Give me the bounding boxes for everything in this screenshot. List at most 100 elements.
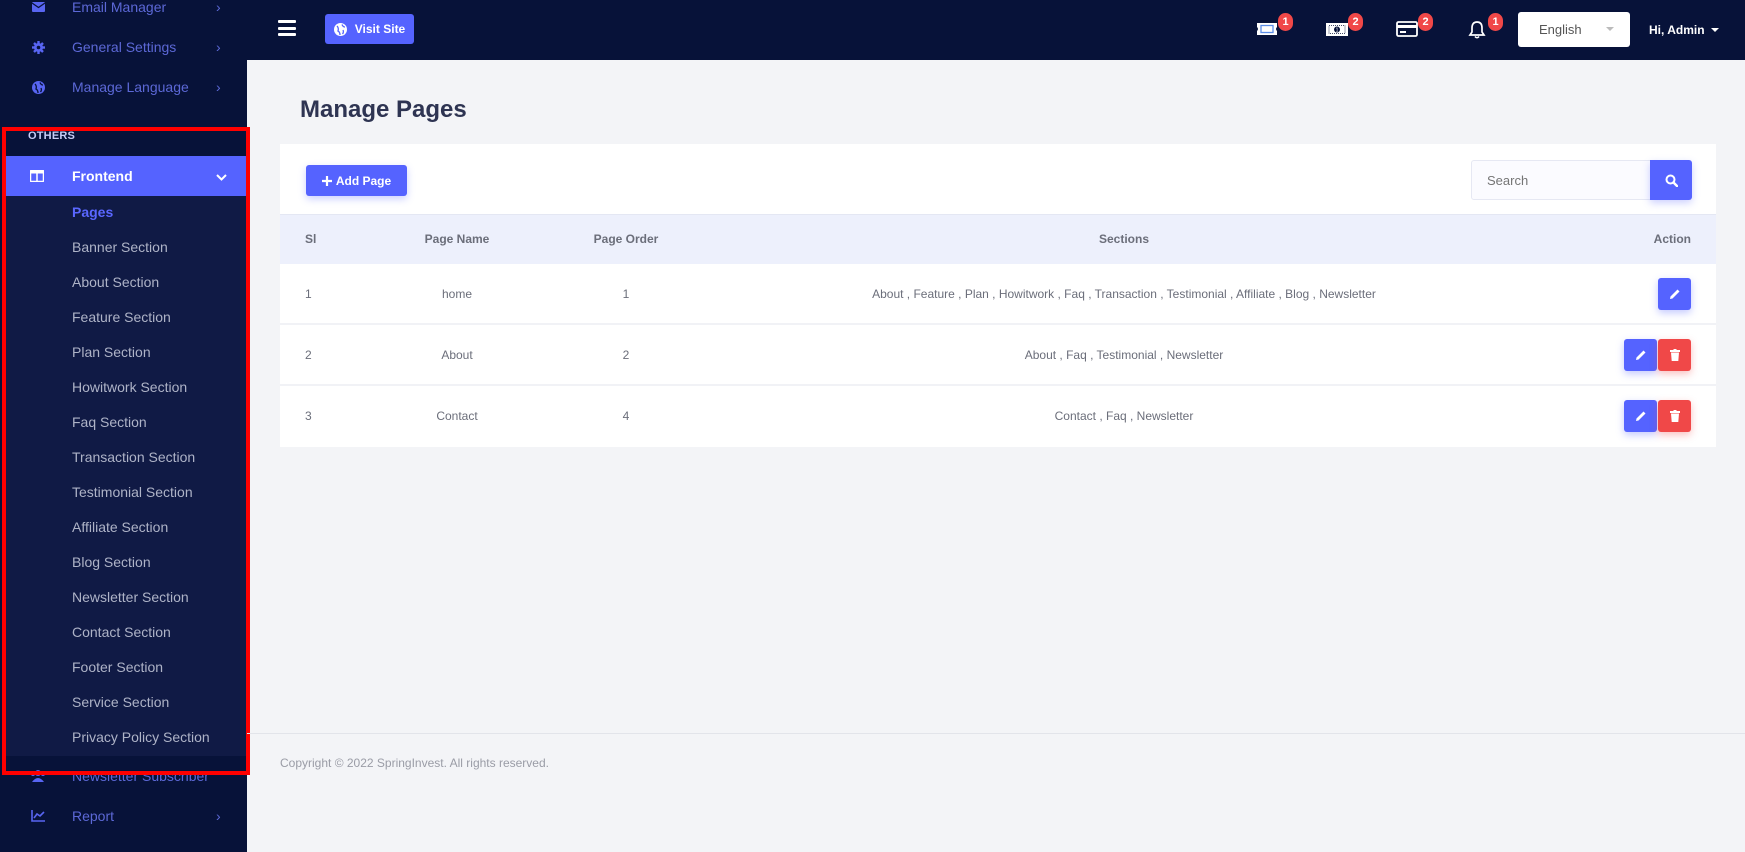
pages-card: Add Page Sl Page Name Page Order Section… (280, 144, 1716, 447)
submenu-item-howitwork-section[interactable]: Howitwork Section (72, 379, 187, 395)
bell-notification[interactable]: 1 (1465, 13, 1503, 40)
edit-button[interactable] (1624, 339, 1657, 371)
trash-icon (1669, 410, 1680, 422)
sidebar-item-label: Frontend (72, 168, 133, 184)
sidebar-item-email-manager[interactable]: Email Manager › (0, 0, 247, 27)
globe-icon (333, 22, 347, 36)
cell-page-name: home (441, 287, 473, 301)
sidebar-item-label: Newsletter Subscriber (72, 768, 209, 784)
card-notification[interactable]: 2 (1395, 13, 1433, 40)
chevron-right-icon: › (216, 808, 221, 824)
column-header-action: Action (1653, 232, 1691, 246)
sidebar-item-manage-language[interactable]: Manage Language › (0, 67, 247, 107)
edit-button[interactable] (1658, 278, 1691, 310)
cell-sections: About , Faq , Testimonial , Newsletter (1024, 348, 1224, 362)
submenu-item-feature-section[interactable]: Feature Section (72, 309, 171, 325)
user-label: Hi, Admin (1649, 23, 1705, 37)
submenu-item-testimonial-section[interactable]: Testimonial Section (72, 484, 193, 500)
sidebar-item-general-settings[interactable]: General Settings › (0, 27, 247, 67)
svg-text:1: 1 (1336, 27, 1339, 33)
notification-badge: 1 (1488, 13, 1503, 31)
search-button[interactable] (1650, 160, 1692, 200)
envelope-icon (30, 0, 46, 15)
cell-sl: 2 (305, 348, 312, 362)
cell-page-order: 4 (622, 409, 630, 423)
submenu-item-contact-section[interactable]: Contact Section (72, 624, 171, 640)
cell-sections: Contact , Faq , Newsletter (1054, 409, 1194, 423)
credit-card-icon (1396, 21, 1418, 37)
search-input[interactable] (1471, 160, 1651, 200)
sidebar: Email Manager › General Settings › Manag… (0, 0, 247, 852)
sidebar-item-label: General Settings (72, 39, 177, 55)
language-value: English (1539, 22, 1582, 37)
submenu-item-banner-section[interactable]: Banner Section (72, 239, 168, 255)
delete-button[interactable] (1658, 400, 1691, 432)
submenu-item-transaction-section[interactable]: Transaction Section (72, 449, 195, 465)
search-icon (1665, 174, 1678, 187)
edit-button[interactable] (1624, 400, 1657, 432)
bell-icon (1468, 20, 1486, 39)
delete-button[interactable] (1658, 339, 1691, 371)
add-page-label: Add Page (335, 173, 392, 188)
chevron-right-icon: › (216, 0, 221, 15)
column-header-page-order: Page Order (593, 232, 659, 246)
submenu-item-pages[interactable]: Pages (72, 204, 113, 220)
chevron-right-icon: › (216, 79, 221, 95)
sidebar-item-label: Manage Language (72, 79, 189, 95)
cell-sl: 3 (305, 409, 312, 423)
notification-badge: 2 (1418, 13, 1433, 31)
ticket-notification[interactable]: 1 (1255, 13, 1293, 40)
submenu-item-footer-section[interactable]: Footer Section (72, 659, 163, 675)
language-select[interactable]: English (1518, 12, 1630, 47)
table-row: 1 home 1 About , Feature , Plan , Howitw… (280, 264, 1716, 325)
submenu-item-blog-section[interactable]: Blog Section (72, 554, 151, 570)
submenu-item-faq-section[interactable]: Faq Section (72, 414, 147, 430)
sidebar-item-report[interactable]: Report › (0, 796, 247, 836)
pencil-icon (1635, 350, 1645, 360)
notification-badge: 1 (1278, 13, 1293, 31)
submenu-item-service-section[interactable]: Service Section (72, 694, 169, 710)
caret-down-icon (1710, 28, 1719, 32)
column-header-page-name: Page Name (424, 232, 490, 246)
sidebar-item-label: Report (72, 808, 115, 824)
table-header: Sl Page Name Page Order Sections Action (280, 214, 1716, 264)
table-row: 2 About 2 About , Faq , Testimonial , Ne… (280, 325, 1716, 386)
cell-page-order: 1 (622, 287, 630, 301)
cell-sl: 1 (305, 287, 312, 301)
add-page-button[interactable]: Add Page (306, 165, 407, 196)
caret-down-icon (1606, 27, 1614, 31)
menu-toggle-icon[interactable] (278, 20, 296, 36)
trash-icon (1669, 349, 1680, 361)
ticket-icon (1257, 23, 1277, 35)
submenu-item-about-section[interactable]: About Section (72, 274, 159, 290)
submenu-item-newsletter-section[interactable]: Newsletter Section (72, 589, 189, 605)
layout-icon (29, 169, 46, 183)
cell-page-name: About (441, 348, 473, 362)
sidebar-item-newsletter-subscriber[interactable]: Newsletter Subscriber (0, 756, 247, 796)
visit-site-label: Visit Site (354, 22, 406, 36)
footer-divider (247, 733, 1745, 734)
money-icon: 1 (1326, 22, 1348, 36)
submenu-item-plan-section[interactable]: Plan Section (72, 344, 151, 360)
submenu-item-privacy-policy-section[interactable]: Privacy Policy Section (72, 729, 210, 745)
globe-icon (30, 79, 46, 95)
chart-line-icon (30, 808, 46, 824)
pencil-icon (1635, 411, 1645, 421)
sidebar-item-frontend[interactable]: Frontend (5, 156, 247, 196)
sidebar-item-label: Email Manager (72, 0, 167, 15)
cell-page-order: 2 (622, 348, 630, 362)
plus-icon (321, 175, 332, 186)
submenu-item-affiliate-section[interactable]: Affiliate Section (72, 519, 168, 535)
column-header-sections: Sections (1098, 232, 1150, 246)
page-title: Manage Pages (300, 96, 467, 123)
frontend-submenu: Pages Banner Section About Section Featu… (5, 196, 247, 756)
others-section: OTHERS Frontend Pages Banner Section Abo… (5, 128, 247, 758)
column-header-sl: Sl (305, 232, 317, 246)
table-row: 3 Contact 4 Contact , Faq , Newsletter (280, 386, 1716, 447)
cell-sections: About , Feature , Plan , Howitwork , Faq… (872, 287, 1376, 301)
user-menu[interactable]: Hi, Admin (1649, 23, 1719, 37)
money-notification[interactable]: 1 2 (1325, 13, 1363, 40)
visit-site-button[interactable]: Visit Site (325, 14, 414, 44)
chevron-right-icon: › (216, 39, 221, 55)
top-header: Visit Site 1 1 2 2 1 English Hi, Admin (247, 0, 1745, 60)
